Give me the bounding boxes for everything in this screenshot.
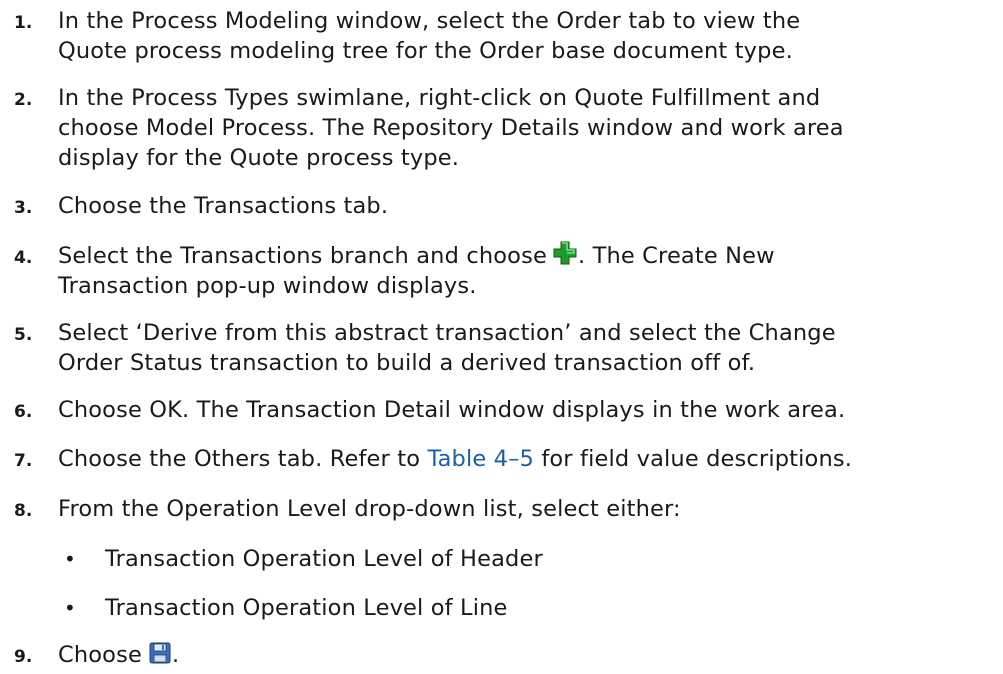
step-line: Transaction pop-up window displays. [58,273,477,299]
save-floppy-icon [149,642,171,672]
bullet-text: Transaction Operation Level of Header [105,546,543,572]
step-number: 1. [14,13,33,33]
bullet-icon: • [64,547,76,571]
step-text: Choose OK. The Transaction Detail window… [58,395,1003,425]
step-text: Choose the Transactions tab. [58,191,1003,221]
step-number: 7. [14,451,33,471]
step-line-text: Choose the Others tab. Refer to [58,446,428,472]
step-line: In the Process Modeling window, select t… [58,8,801,34]
table-4-5-link[interactable]: Table 4–5 [427,446,534,472]
step-line: Choose OK. The Transaction Detail window… [58,397,846,423]
step-text: Choose. [58,640,1003,670]
step-number: 8. [14,501,33,521]
bullet-icon: • [64,596,76,620]
step-number: 4. [14,248,33,268]
step-line: Select the Transactions branch and choos… [58,241,1003,271]
step-line-text: . The Create New [577,243,775,269]
step-text: Select ‘Derive from this abstract transa… [58,318,1003,378]
step-line: Choose. [58,640,1003,670]
step-number: 2. [14,90,33,110]
step-line-text: . [171,642,180,668]
step-line: From the Operation Level drop-down list,… [58,496,681,522]
step-number: 3. [14,198,33,218]
step-number: 9. [14,647,33,667]
step-text: In the Process Modeling window, select t… [58,6,1003,66]
step-line: Quote process modeling tree for the Orde… [58,38,793,64]
step-line-text: Choose [58,642,142,668]
step-text: Choose the Others tab. Refer to Table 4–… [58,444,1003,474]
add-green-plus-icon [553,241,577,273]
bullet-item: • Transaction Operation Level of Header [0,544,1003,574]
step-line: Select ‘Derive from this abstract transa… [58,320,836,346]
bullet-item: • Transaction Operation Level of Line [0,593,1003,623]
step-line: display for the Quote process type. [58,145,460,171]
step-line: In the Process Types swimlane, right-cli… [58,85,821,111]
step-number: 6. [14,402,33,422]
step-line: Choose the Transactions tab. [58,193,389,219]
step-text: In the Process Types swimlane, right-cli… [58,83,1003,173]
step-text: Select the Transactions branch and choos… [58,241,1003,301]
step-line: choose Model Process. The Repository Det… [58,115,844,141]
step-line-text: Select the Transactions branch and choos… [58,243,547,269]
step-line: Choose the Others tab. Refer to Table 4–… [58,444,1003,474]
step-line: Order Status transaction to build a deri… [58,350,756,376]
step-text: From the Operation Level drop-down list,… [58,494,1003,524]
step-number: 5. [14,325,33,345]
step-line-text: for field value descriptions. [534,446,853,472]
bullet-text: Transaction Operation Level of Line [105,595,508,621]
